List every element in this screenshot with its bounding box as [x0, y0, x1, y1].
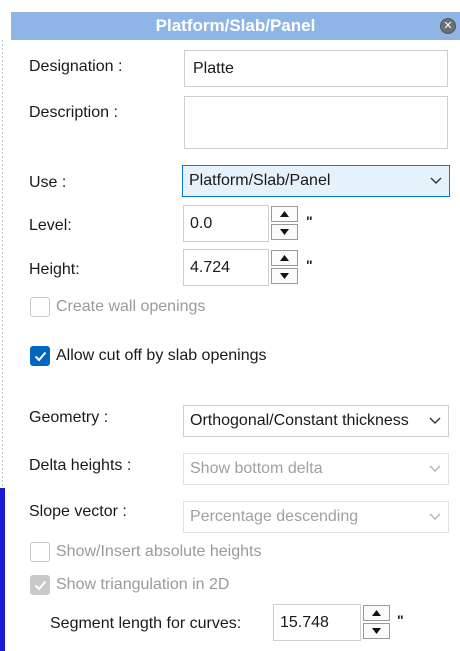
arrow-up-icon [280, 211, 289, 217]
checkbox-box [30, 575, 50, 595]
delta-heights-dropdown[interactable]: Show bottom delta [183, 453, 449, 485]
designation-field[interactable]: Platte [184, 50, 448, 87]
window-title: Platform/Slab/Panel [155, 16, 316, 35]
geometry-label: Geometry : [29, 409, 109, 426]
title-bar[interactable]: Platform/Slab/Panel ✕ [11, 12, 460, 40]
use-label: Use : [29, 174, 67, 191]
show-insert-absolute-heights-label: Show/Insert absolute heights [56, 543, 262, 560]
checkmark-icon [34, 351, 46, 361]
segment-length-input[interactable]: 15.748 [273, 604, 361, 641]
designation-label: Designation : [29, 58, 123, 75]
arrow-down-icon [372, 628, 381, 634]
use-value: Platform/Slab/Panel [189, 172, 331, 189]
create-wall-openings-checkbox[interactable]: Create wall openings [30, 297, 205, 317]
height-increment-button[interactable] [271, 250, 298, 266]
arrow-down-icon [280, 273, 289, 279]
level-spinner: 0.0 [183, 205, 299, 242]
use-dropdown[interactable]: Platform/Slab/Panel [182, 165, 450, 197]
dock-edge [0, 40, 8, 651]
create-wall-openings-label: Create wall openings [56, 298, 206, 315]
segment-length-spinner: 15.748 [273, 604, 392, 641]
show-triangulation-label: Show triangulation in 2D [56, 576, 230, 593]
designation-value: Platte [193, 59, 234, 77]
arrow-up-icon [372, 610, 381, 616]
slope-vector-label: Slope vector : [29, 503, 127, 520]
arrow-up-icon [280, 255, 289, 261]
chevron-down-icon [422, 417, 448, 425]
height-input[interactable]: 4.724 [183, 249, 269, 286]
chevron-down-icon [422, 513, 448, 521]
segment-length-decrement-button[interactable] [363, 623, 390, 639]
show-insert-absolute-heights-checkbox[interactable]: Show/Insert absolute heights [30, 542, 261, 562]
level-unit: " [306, 213, 313, 229]
allow-cut-off-checkbox[interactable]: Allow cut off by slab openings [30, 346, 267, 366]
height-decrement-button[interactable] [271, 268, 298, 284]
chevron-down-icon [422, 465, 448, 473]
delta-heights-value: Show bottom delta [190, 460, 323, 477]
delta-heights-label: Delta heights : [29, 457, 132, 474]
segment-length-value: 15.748 [280, 613, 329, 631]
properties-window: Platform/Slab/Panel ✕ Designation : Plat… [0, 0, 460, 651]
segment-length-label: Segment length for curves: [50, 615, 242, 632]
slope-vector-value: Percentage descending [190, 508, 359, 525]
segment-length-unit: " [397, 612, 404, 628]
checkbox-box [30, 297, 50, 317]
level-increment-button[interactable] [271, 206, 298, 222]
height-spinner: 4.724 [183, 249, 299, 286]
checkbox-box [30, 346, 50, 366]
level-decrement-button[interactable] [271, 224, 298, 240]
checkmark-icon [34, 580, 46, 590]
arrow-down-icon [280, 229, 289, 235]
checkbox-box [30, 542, 50, 562]
segment-length-increment-button[interactable] [363, 605, 390, 621]
level-value: 0.0 [190, 214, 213, 232]
level-label: Level: [29, 217, 72, 234]
dock-edge-bar [0, 488, 5, 651]
geometry-dropdown[interactable]: Orthogonal/Constant thickness [183, 405, 449, 437]
description-field[interactable] [184, 96, 448, 149]
chevron-down-icon [423, 177, 449, 185]
close-icon[interactable]: ✕ [440, 18, 456, 34]
geometry-value: Orthogonal/Constant thickness [190, 412, 409, 429]
level-input[interactable]: 0.0 [183, 205, 269, 242]
height-label: Height: [29, 261, 80, 278]
slope-vector-dropdown[interactable]: Percentage descending [183, 501, 449, 533]
height-unit: " [306, 257, 313, 273]
allow-cut-off-label: Allow cut off by slab openings [56, 347, 267, 364]
dock-edge-dots [2, 40, 3, 490]
show-triangulation-checkbox[interactable]: Show triangulation in 2D [30, 575, 229, 595]
height-value: 4.724 [190, 258, 231, 276]
description-label: Description : [29, 104, 118, 121]
